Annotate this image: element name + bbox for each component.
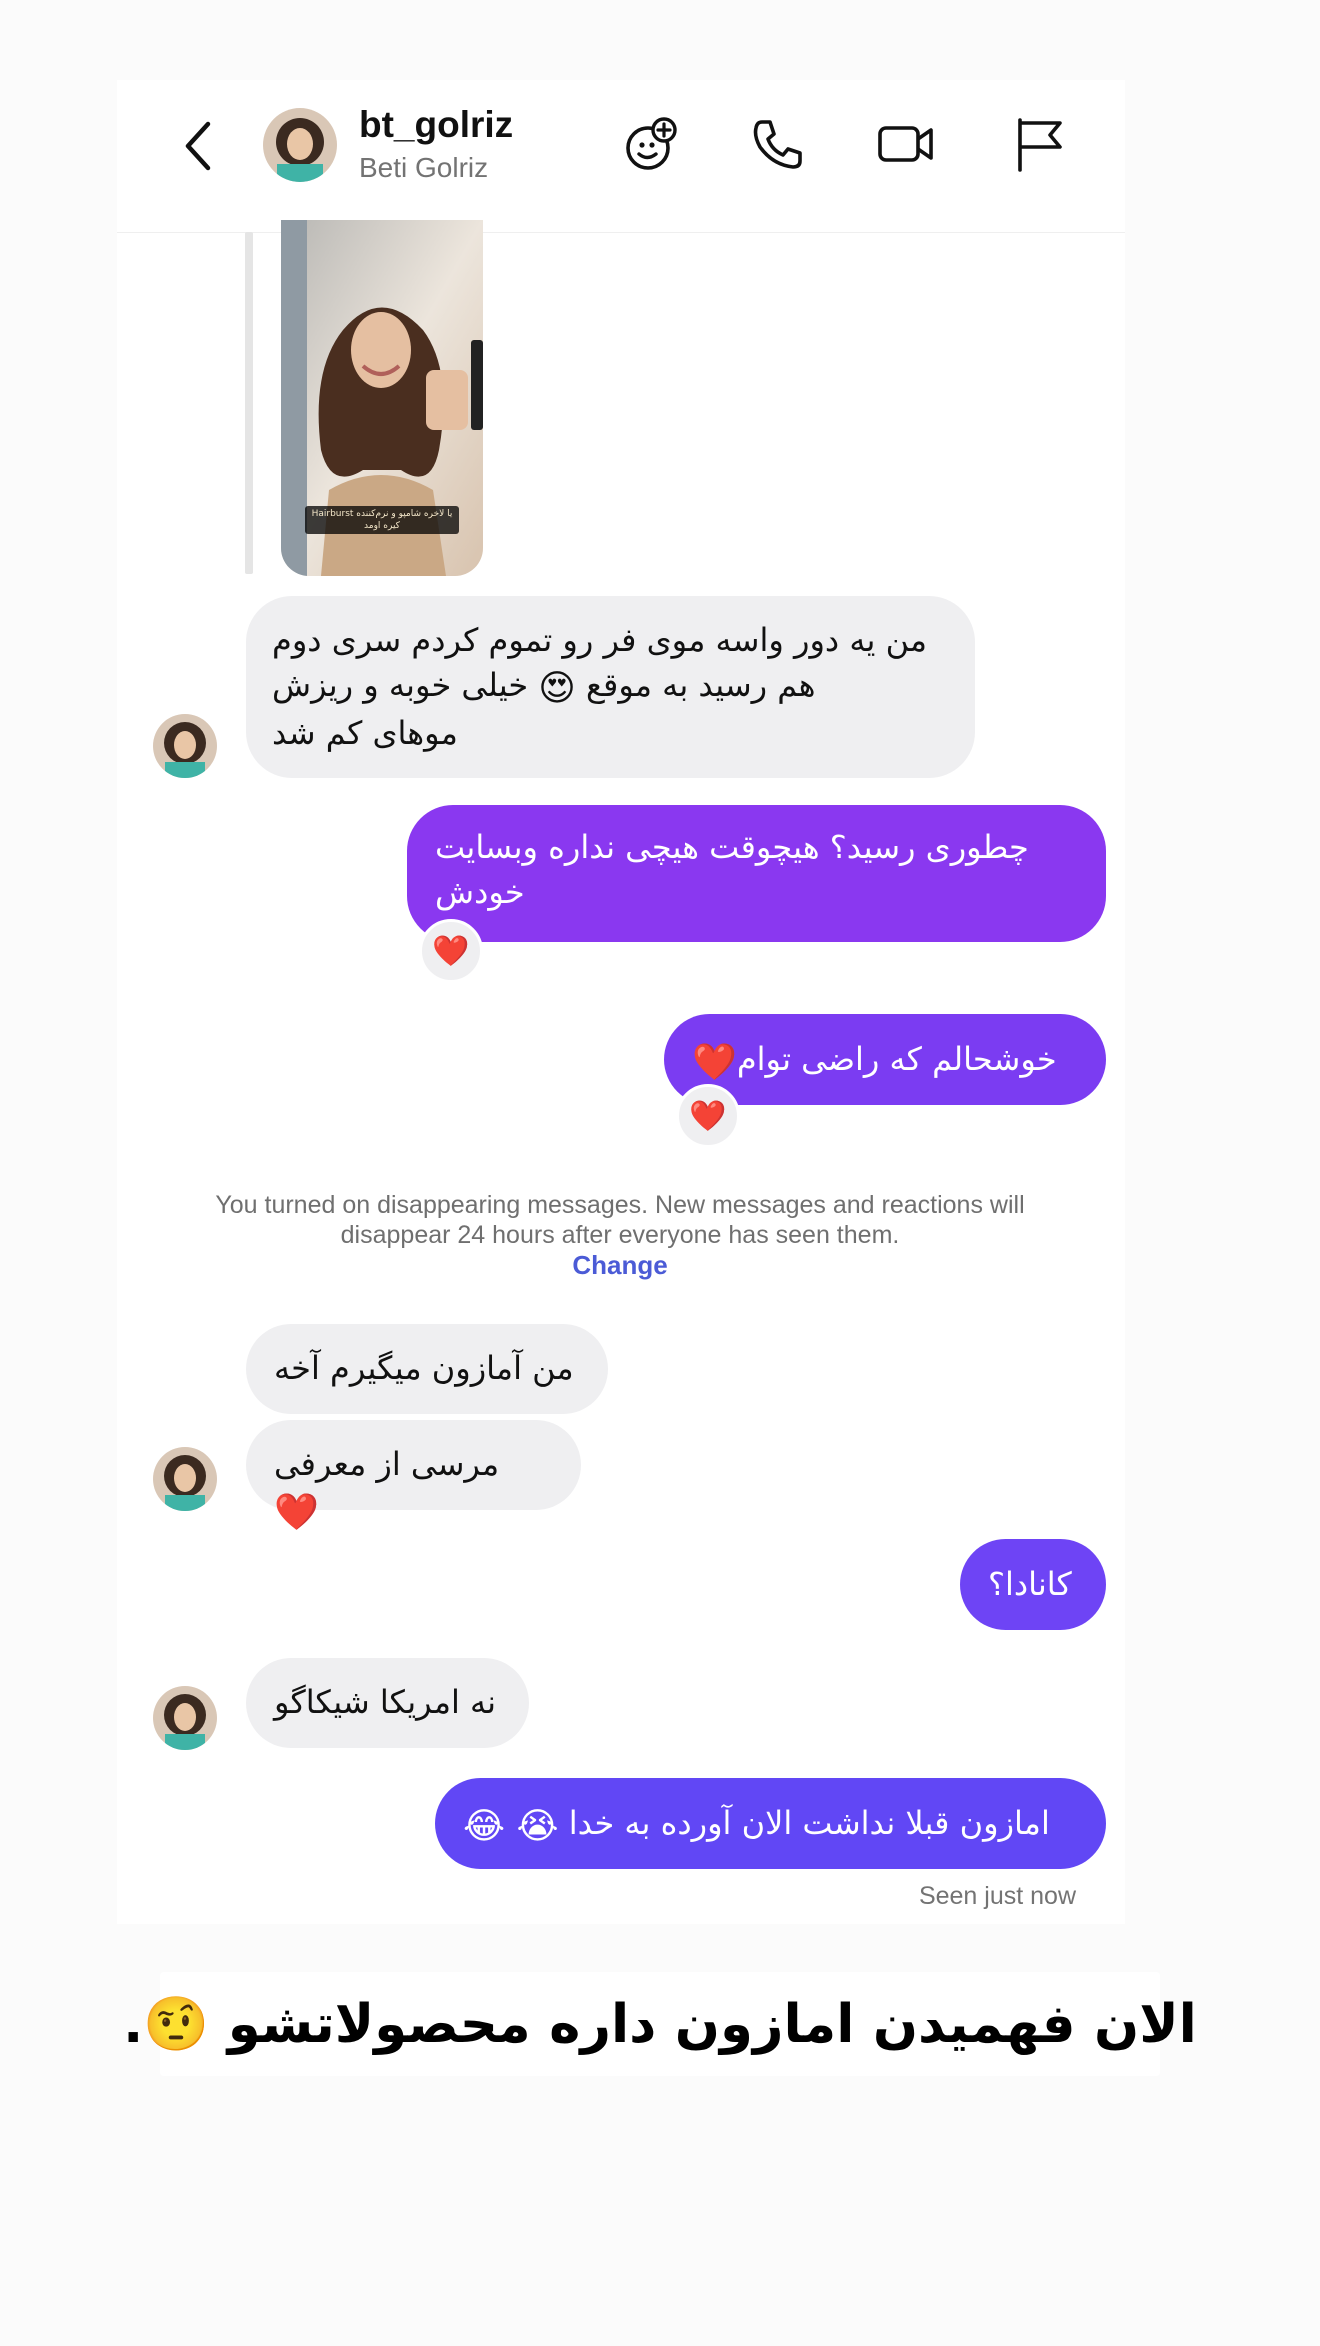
raised-eyebrow-emoji-icon: 🤨: [143, 1994, 210, 2055]
message-text: امازون قبلا نداشت الان آورده به خدا: [568, 1804, 1050, 1842]
username[interactable]: bt_golriz: [359, 104, 513, 146]
heart-reaction-icon[interactable]: ❤️: [676, 1084, 740, 1148]
message-text: من آمازون میگیرم آخه: [274, 1349, 574, 1387]
message-text: من یه دور واسه موی فر رو تموم کردم سری د…: [272, 621, 928, 659]
message-text: هم رسید به موقع 😍 خیلی خوبه و ریزش: [272, 666, 816, 709]
avatar[interactable]: [153, 714, 217, 778]
notice-text: You turned on disappearing messages. New…: [215, 1191, 1025, 1249]
chevron-left-icon[interactable]: [178, 118, 220, 174]
heart-reaction-icon[interactable]: ❤️: [419, 919, 483, 983]
disappearing-messages-notice: You turned on disappearing messages. New…: [200, 1190, 1040, 1280]
message-text: کانادا؟: [988, 1565, 1072, 1603]
caption-period: .: [123, 1993, 144, 2055]
crying-laughing-emoji-icon: 😭 😂: [463, 1806, 559, 1847]
heart-emoji-icon: ❤️: [274, 1492, 319, 1533]
message-bubble-incoming[interactable]: من آمازون میگیرم آخه: [246, 1324, 608, 1414]
caption-text: الان فهمیدن امازون داره محصولاتشو: [227, 1993, 1197, 2055]
heart-emoji-icon: ❤️: [692, 1042, 737, 1083]
message-bubble-incoming[interactable]: مرسی از معرفی ❤️: [246, 1420, 581, 1533]
flag-icon[interactable]: [1010, 114, 1070, 174]
add-emoji-effects-icon[interactable]: [622, 114, 682, 174]
heart-eyes-emoji-icon: 😍: [538, 668, 576, 709]
story-reply-line: [245, 232, 253, 574]
video-camera-icon[interactable]: [876, 114, 936, 174]
message-text: نه امریکا شیکاگو: [274, 1683, 497, 1721]
message-text: چطوری رسید؟ هیچوقت هیچی نداره وبسایت: [435, 828, 1029, 866]
full-name: Beti Golriz: [359, 152, 489, 183]
chat-panel: [117, 80, 1125, 1924]
message-text: خوشحالم که راضی توام: [736, 1040, 1057, 1078]
message-bubble-incoming[interactable]: نه امریکا شیکاگو: [246, 1658, 529, 1748]
change-link[interactable]: Change: [200, 1250, 1040, 1280]
avatar[interactable]: [153, 1686, 217, 1750]
overlay-caption: الان فهمیدن امازون داره محصولاتشو 🤨.: [123, 1972, 1197, 2076]
message-text: مرسی از معرفی: [274, 1445, 500, 1483]
seen-status: Seen just now: [918, 1882, 1076, 1910]
message-bubble-outgoing[interactable]: امازون قبلا نداشت الان آورده به خدا 😭 😂: [435, 1778, 1106, 1869]
message-bubble-outgoing[interactable]: کانادا؟: [960, 1539, 1106, 1630]
message-bubble-incoming[interactable]: من یه دور واسه موی فر رو تموم کردم سری د…: [246, 596, 975, 778]
story-caption: یا لاخره شامپو و نرم‌کننده Hairburst کیر…: [305, 506, 459, 534]
story-thumbnail[interactable]: یا لاخره شامپو و نرم‌کننده Hairburst کیر…: [281, 220, 483, 576]
avatar[interactable]: [263, 108, 337, 182]
avatar[interactable]: [153, 1447, 217, 1511]
message-text: خودش: [435, 873, 525, 911]
message-bubble-outgoing[interactable]: چطوری رسید؟ هیچوقت هیچی نداره وبسایت خود…: [407, 805, 1106, 942]
phone-icon[interactable]: [748, 114, 808, 174]
message-bubble-outgoing[interactable]: خوشحالم که راضی توام❤️: [664, 1014, 1106, 1105]
message-text: موهای کم شد: [272, 714, 458, 752]
